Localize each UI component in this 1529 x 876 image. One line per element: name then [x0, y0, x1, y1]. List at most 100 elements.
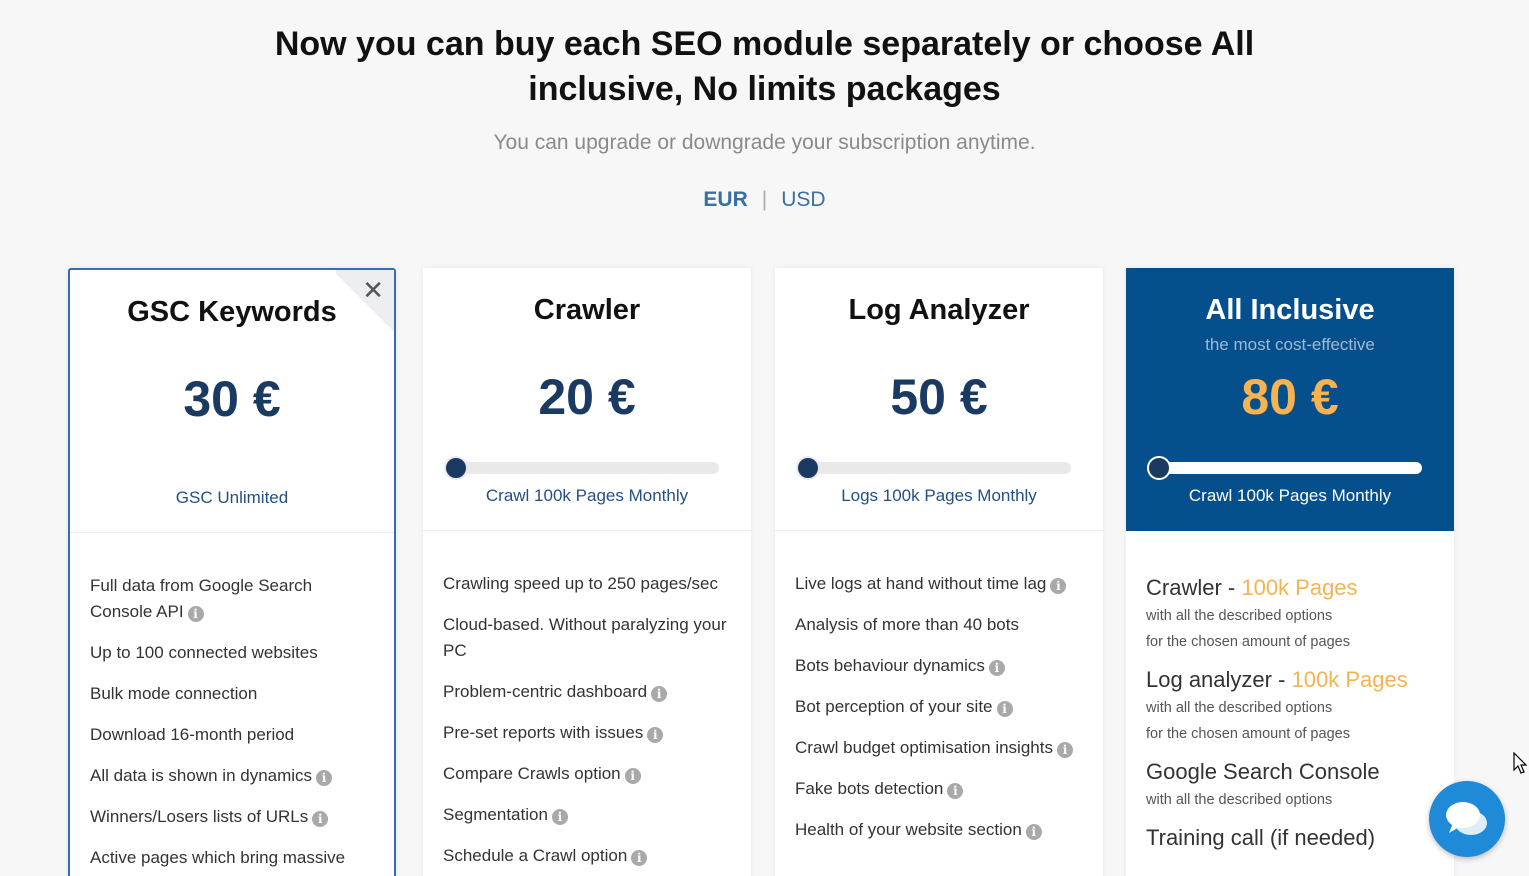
bundle-item-title: Crawler - 100k Pages [1146, 573, 1434, 603]
slider-handle[interactable] [795, 456, 820, 480]
feature-item: Fake bots detection i [795, 776, 1083, 802]
feature-text: Cloud-based. Without paralyzing your PC [443, 615, 727, 660]
info-icon[interactable]: i [988, 660, 1005, 676]
page-subtitle: You can upgrade or downgrade your subscr… [493, 131, 1036, 154]
feature-item: Health of your website section i [795, 817, 1083, 843]
feature-text: Analysis of more than 40 bots [795, 615, 1019, 634]
currency-switch: EUR | USD [0, 188, 1529, 212]
bundle-item: Training call (if needed) [1146, 823, 1434, 853]
feature-text: Schedule a Crawl option [443, 846, 628, 865]
plan-title: GSC Keywords [127, 296, 337, 328]
bundle-item: Log analyzer - 100k Pages with all the d… [1146, 665, 1434, 747]
plan-caption: Logs 100k Pages Monthly [841, 486, 1037, 505]
bundle-item-note: for the chosen amount of pages [1146, 726, 1350, 742]
cursor-icon [1513, 752, 1528, 774]
chat-icon [1446, 802, 1487, 835]
feature-item: Active pages which bring massive [90, 845, 374, 871]
feature-text: Crawling speed up to 250 pages/sec [443, 574, 719, 593]
feature-text: Live logs at hand without time lag [795, 574, 1047, 593]
plan-card-all-inclusive[interactable]: All Inclusive the most cost-effective 80… [1126, 268, 1454, 876]
info-icon[interactable]: i [187, 606, 204, 622]
bundle-item-title: Log analyzer - 100k Pages [1146, 665, 1434, 695]
info-icon[interactable]: i [947, 783, 964, 799]
feature-text: Fake bots detection [795, 779, 944, 798]
page-title-line-1: Now you can buy each SEO module separate… [274, 25, 1255, 63]
bundle-item: Google Search Console with all the descr… [1146, 757, 1434, 813]
info-icon[interactable]: i [1025, 824, 1042, 840]
plan-caption: Crawl 100k Pages Monthly [1188, 486, 1392, 505]
info-icon[interactable]: i [651, 686, 668, 702]
currency-option-eur[interactable]: EUR [703, 188, 747, 211]
info-icon[interactable]: i [647, 727, 664, 743]
feature-item: Problem-centric dashboard i [443, 679, 731, 705]
bundle-item-note: for the chosen amount of pages [1146, 634, 1350, 650]
chat-button[interactable] [1429, 781, 1505, 857]
info-icon[interactable]: i [316, 770, 333, 786]
feature-item: Analysis of more than 40 bots [795, 612, 1083, 638]
plan-card-header: Log Analyzer 50 € Logs 100k Pages Monthl… [775, 268, 1103, 531]
page-title-line-2: inclusive, No limits packages [528, 70, 1001, 108]
feature-text: Health of your website section [795, 820, 1022, 839]
pages-slider[interactable] [795, 456, 1071, 480]
plan-card-header: ✕ GSC Keywords 30 € GSC Unlimited [70, 270, 394, 533]
feature-text: Bots behaviour dynamics [795, 656, 985, 675]
bundle-item-name: Log analyzer - [1146, 667, 1292, 692]
feature-item: Crawling speed up to 250 pages/sec [443, 571, 731, 597]
pages-slider[interactable] [443, 456, 719, 480]
feature-list: Crawling speed up to 250 pages/sec Cloud… [423, 531, 751, 869]
currency-separator: | [761, 188, 768, 211]
feature-text: Download 16-month period [90, 725, 295, 744]
slider-handle[interactable] [443, 456, 468, 480]
feature-item: All data is shown in dynamics i [90, 763, 374, 789]
pages-slider[interactable] [1146, 456, 1422, 480]
bundle-item-note: with all the described options [1146, 700, 1333, 716]
feature-item: Pre-set reports with issues i [443, 720, 731, 746]
feature-item: Compare Crawls option i [443, 761, 731, 787]
feature-item: Up to 100 connected websites [90, 640, 374, 666]
feature-text: Active pages which bring massive [90, 848, 346, 867]
bundle-item-note: with all the described options [1146, 792, 1333, 808]
bundle-item-name: Crawler - [1146, 575, 1242, 600]
plan-title: Crawler [533, 294, 641, 326]
info-icon[interactable]: i [996, 701, 1013, 717]
bundle-item-amount: 100k Pages [1291, 667, 1408, 692]
feature-item: Bot perception of your site i [795, 694, 1083, 720]
feature-item: Schedule a Crawl option i [443, 843, 731, 869]
plan-price: 20 € [538, 369, 636, 425]
currency-option-usd[interactable]: USD [781, 188, 825, 211]
feature-item: Crawl budget optimisation insights i [795, 735, 1083, 761]
plan-card-crawler[interactable]: Crawler 20 € Crawl 100k Pages Monthly Cr… [423, 268, 751, 876]
feature-text: Bot perception of your site [795, 697, 993, 716]
feature-text: Bulk mode connection [90, 684, 258, 703]
plan-card-header: Crawler 20 € Crawl 100k Pages Monthly [423, 268, 751, 531]
info-icon[interactable]: i [1056, 742, 1073, 758]
feature-list: Live logs at hand without time lag i Anal… [775, 531, 1103, 843]
plan-caption: Crawl 100k Pages Monthly [485, 486, 689, 505]
plan-card-log-analyzer[interactable]: Log Analyzer 50 € Logs 100k Pages Monthl… [775, 268, 1103, 876]
feature-text: Pre-set reports with issues [443, 723, 644, 742]
plan-price: 50 € [890, 369, 988, 425]
bundle-item-amount: 100k Pages [1241, 575, 1358, 600]
plan-card-header: All Inclusive the most cost-effective 80… [1126, 268, 1454, 531]
plan-card-gsc-keywords[interactable]: ✕ GSC Keywords 30 € GSC Unlimited Full d… [68, 268, 396, 876]
info-icon[interactable]: i [312, 811, 329, 827]
feature-list: Full data from Google Search Console API… [70, 533, 394, 871]
feature-text: All data is shown in dynamics [90, 766, 313, 785]
feature-item: Cloud-based. Without paralyzing your PC [443, 612, 731, 664]
feature-text: Crawl budget optimisation insights [795, 738, 1053, 757]
bundle-item-title: Training call (if needed) [1146, 825, 1376, 850]
feature-item: Download 16-month period [90, 722, 374, 748]
feature-text: Compare Crawls option [443, 764, 621, 783]
info-icon[interactable]: i [1050, 578, 1067, 594]
page-title: Now you can buy each SEO module separate… [0, 22, 1529, 112]
plan-tagline: the most cost-effective [1205, 335, 1375, 354]
info-icon[interactable]: i [624, 768, 641, 784]
feature-text: Segmentation [443, 805, 548, 824]
info-icon[interactable]: i [631, 850, 648, 866]
info-icon[interactable]: i [551, 809, 568, 825]
bundle-item-note: with all the described options [1146, 608, 1333, 624]
slider-handle[interactable] [1146, 456, 1171, 480]
feature-item: Winners/Losers lists of URLs i [90, 804, 374, 830]
feature-item: Segmentation i [443, 802, 731, 828]
bundle-list: Crawler - 100k Pages with all the descri… [1126, 531, 1454, 853]
